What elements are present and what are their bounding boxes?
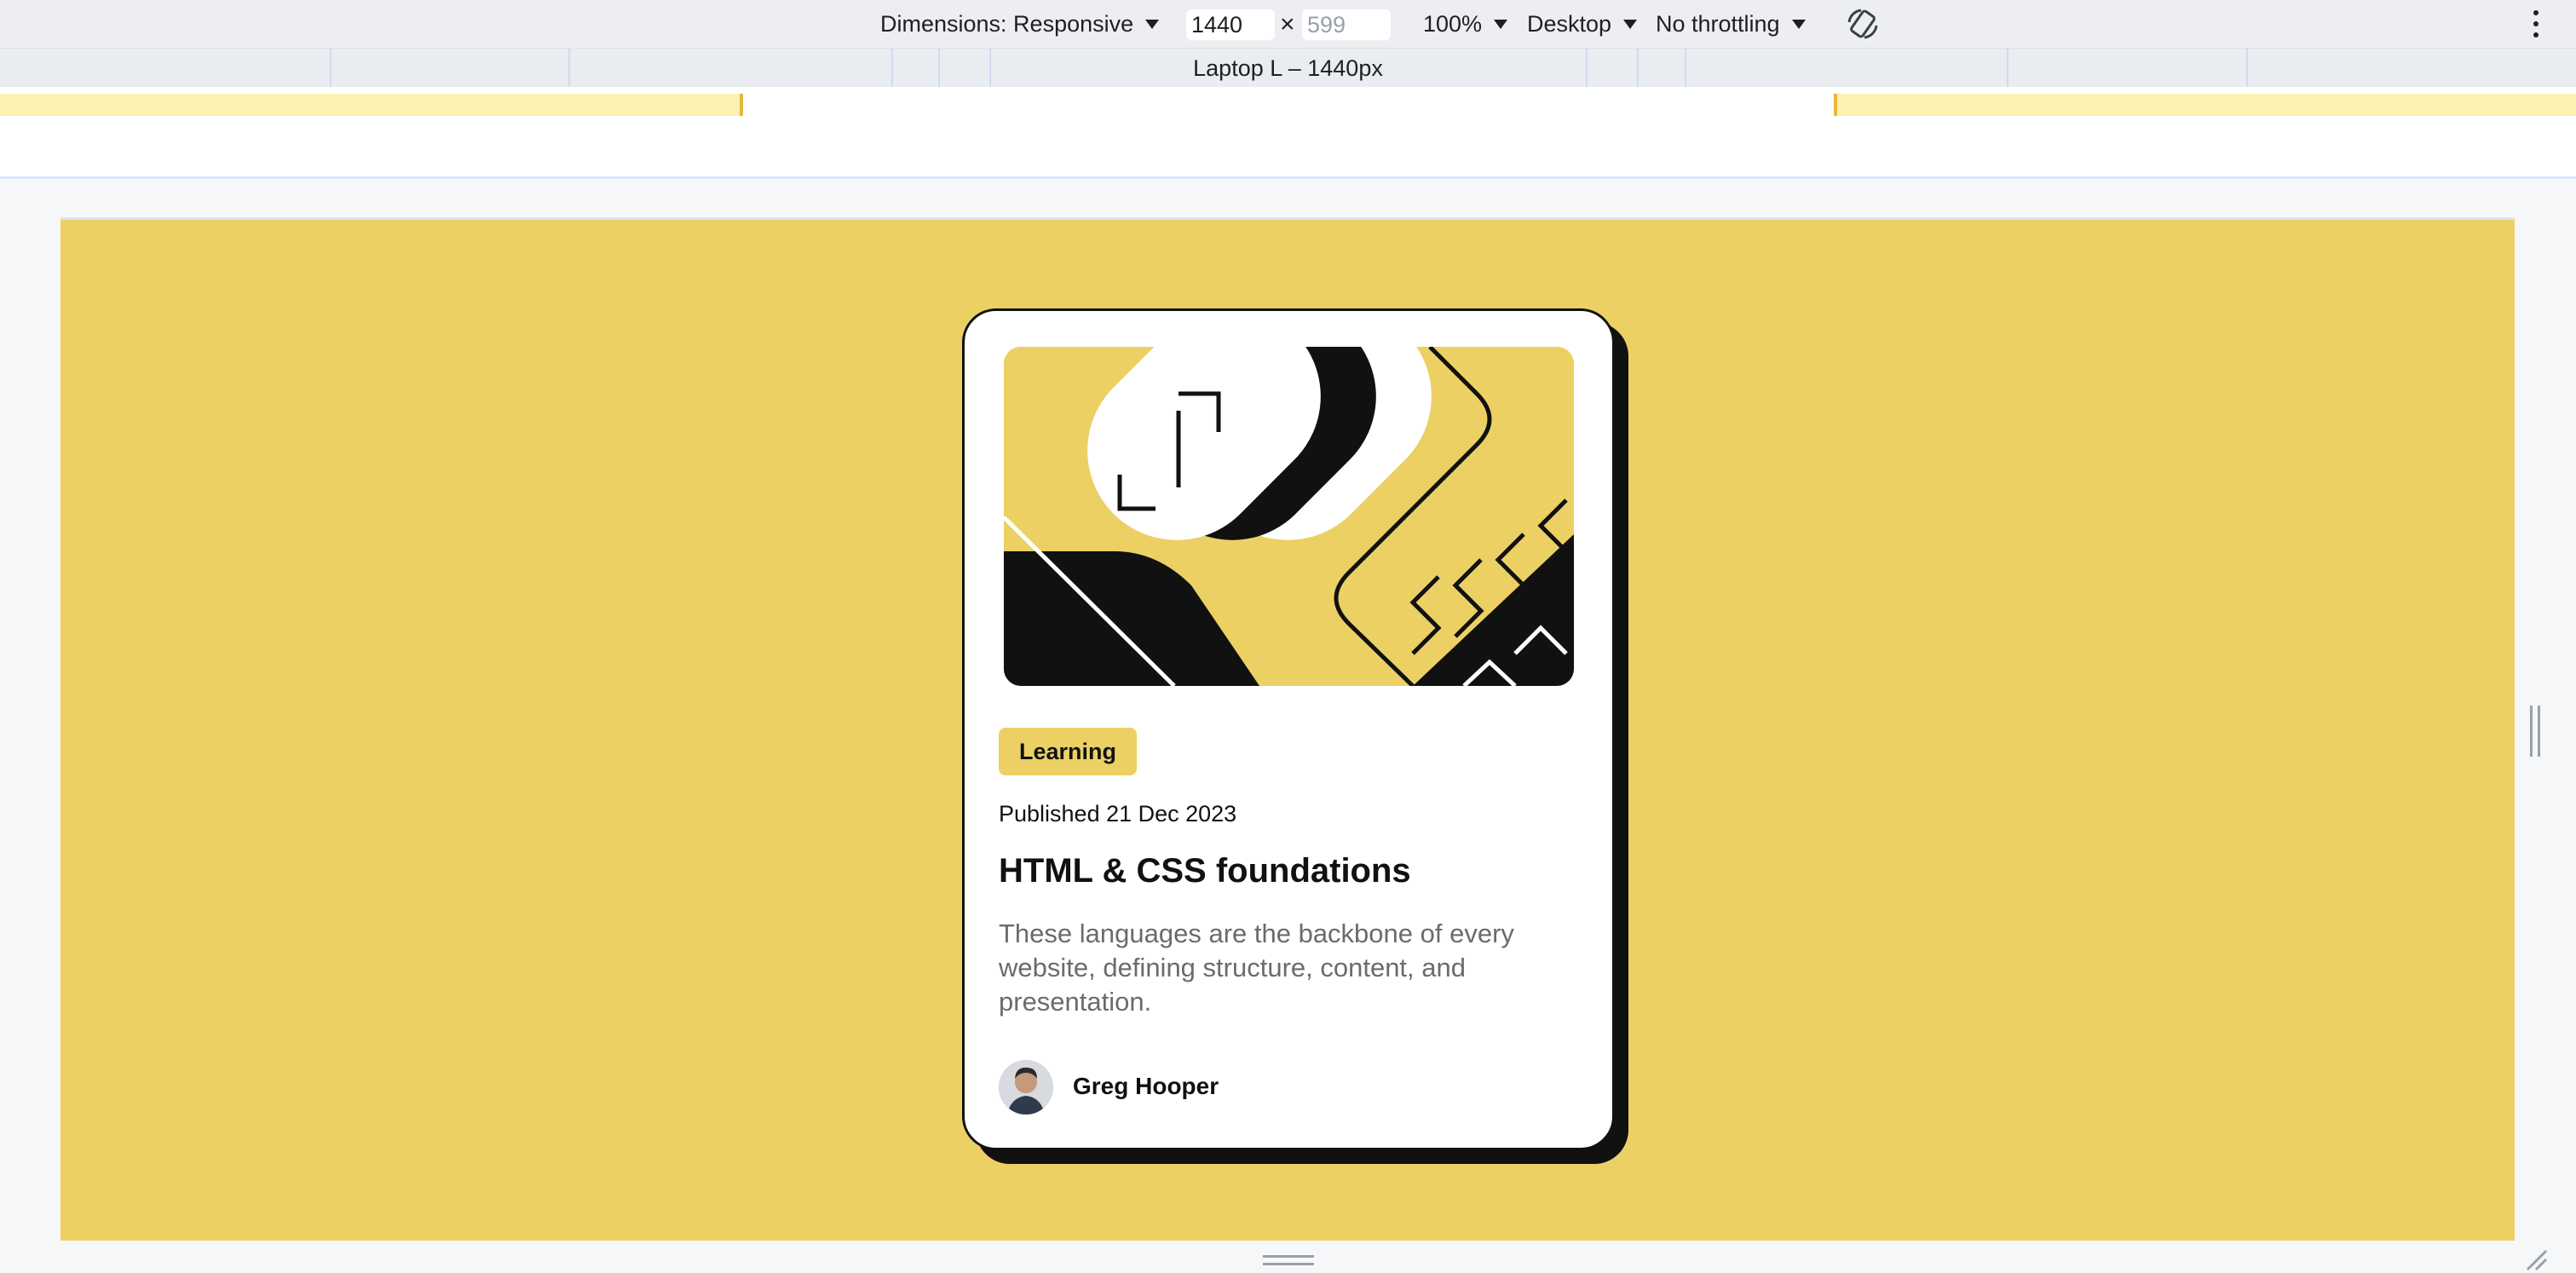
device-type-dropdown[interactable]: Desktop bbox=[1527, 0, 1638, 48]
device-toolbar: Dimensions: Responsive 1440 × 599 100% D… bbox=[0, 0, 2576, 48]
height-input[interactable]: 599 bbox=[1302, 9, 1391, 40]
bottom-resize-handle[interactable] bbox=[1263, 1255, 1314, 1265]
right-resize-handle[interactable] bbox=[2530, 706, 2540, 757]
throttling-dropdown[interactable]: No throttling bbox=[1656, 0, 1806, 48]
min-width-query-bar[interactable] bbox=[0, 94, 743, 116]
dimensions-label: Dimensions: Responsive bbox=[880, 10, 1134, 37]
chevron-down-icon bbox=[1145, 19, 1160, 29]
card-title[interactable]: HTML & CSS foundations bbox=[999, 852, 1411, 890]
rotate-icon[interactable] bbox=[1844, 5, 1882, 43]
media-query-label: Laptop L – 1440px bbox=[1193, 55, 1383, 81]
chevron-down-icon bbox=[1494, 19, 1508, 29]
kebab-menu-icon[interactable] bbox=[2531, 10, 2541, 37]
zoom-label: 100% bbox=[1423, 10, 1483, 37]
card-description: These languages are the backbone of ever… bbox=[999, 919, 1514, 1017]
card-illustration bbox=[1004, 347, 1574, 686]
blog-preview-card: Learning Published 21 Dec 2023 HTML & CS… bbox=[962, 308, 1615, 1150]
published-date: Published 21 Dec 2023 bbox=[999, 801, 1237, 827]
device-type-label: Desktop bbox=[1527, 10, 1612, 37]
chevron-down-icon bbox=[1623, 19, 1638, 29]
corner-resize-icon[interactable] bbox=[2524, 1247, 2548, 1271]
dimensions-dropdown[interactable]: Dimensions: Responsive bbox=[880, 0, 1160, 48]
media-query-bar[interactable]: Laptop L – 1440px bbox=[0, 48, 2576, 88]
width-input[interactable]: 1440 bbox=[1186, 9, 1275, 40]
max-width-query-bar[interactable] bbox=[1834, 94, 2576, 116]
chevron-down-icon bbox=[1791, 19, 1806, 29]
throttling-label: No throttling bbox=[1656, 10, 1780, 37]
zoom-dropdown[interactable]: 100% bbox=[1423, 0, 1508, 48]
author-name: Greg Hooper bbox=[1073, 1073, 1219, 1099]
author-avatar bbox=[999, 1060, 1053, 1115]
times-symbol: × bbox=[1280, 10, 1295, 38]
category-tag[interactable]: Learning bbox=[999, 728, 1137, 775]
